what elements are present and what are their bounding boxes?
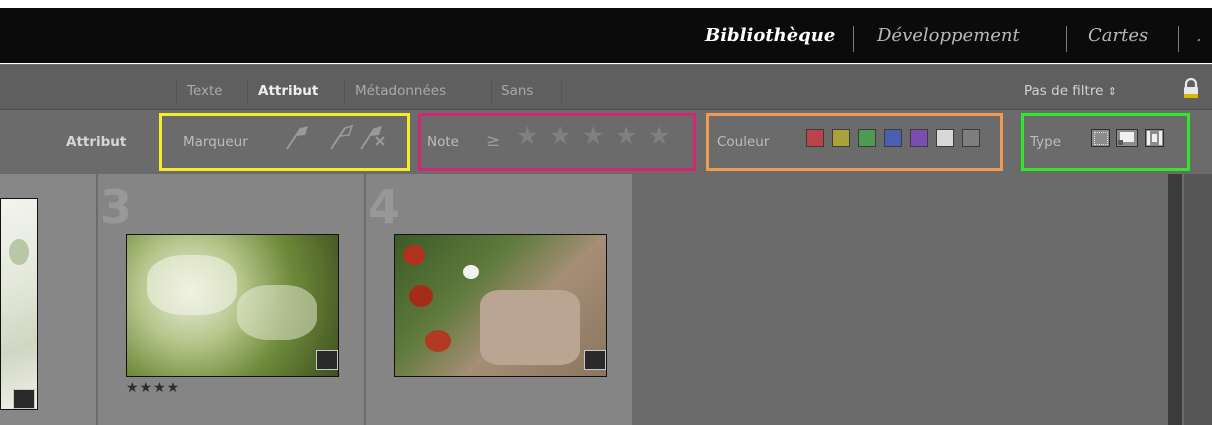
grid-cell[interactable]: 4 bbox=[366, 174, 632, 425]
rating-highlight-box bbox=[418, 113, 696, 171]
tab-separator bbox=[344, 81, 345, 103]
module-separator bbox=[1066, 26, 1067, 52]
tab-text[interactable]: Texte bbox=[187, 83, 223, 99]
grid-cell[interactable] bbox=[0, 174, 96, 425]
tag-badge-icon[interactable] bbox=[13, 389, 35, 409]
flag-highlight-box bbox=[159, 113, 410, 171]
grid-cell[interactable]: 3 ★★★★ bbox=[98, 174, 364, 425]
grid-scrollbar-track[interactable] bbox=[1168, 174, 1182, 425]
module-more-indicator: . bbox=[1196, 25, 1202, 46]
module-separator bbox=[853, 26, 854, 52]
photo-thumbnail[interactable] bbox=[394, 234, 607, 377]
cell-index: 3 bbox=[100, 180, 133, 234]
attribute-bar-title: Attribut bbox=[66, 134, 127, 150]
cell-index: 4 bbox=[368, 180, 401, 234]
cell-rating-stars: ★★★★ bbox=[126, 380, 181, 396]
padlock-icon[interactable] bbox=[1182, 78, 1200, 100]
photo-thumbnail[interactable] bbox=[126, 234, 339, 377]
photo-thumbnail[interactable] bbox=[0, 198, 38, 410]
tab-separator bbox=[561, 81, 562, 103]
module-picker-bar: Bibliothèque Développement Cartes . bbox=[0, 8, 1212, 63]
module-library[interactable]: Bibliothèque bbox=[705, 25, 835, 46]
tab-metadata[interactable]: Métadonnées bbox=[355, 83, 446, 99]
filter-preset-dropdown[interactable]: Pas de filtre ⇕ bbox=[1024, 83, 1117, 99]
tab-separator bbox=[491, 81, 492, 103]
tab-none[interactable]: Sans bbox=[501, 83, 533, 99]
kind-highlight-box bbox=[1021, 113, 1190, 171]
tab-attribute[interactable]: Attribut bbox=[258, 83, 318, 99]
chevron-updown-icon: ⇕ bbox=[1107, 85, 1117, 98]
module-maps[interactable]: Cartes bbox=[1088, 25, 1148, 46]
tab-separator bbox=[176, 81, 177, 103]
module-separator bbox=[1178, 26, 1179, 52]
module-develop[interactable]: Développement bbox=[877, 25, 1020, 46]
library-filter-bar: Texte Attribut Métadonnées Sans Pas de f… bbox=[0, 64, 1212, 110]
tab-separator bbox=[247, 81, 248, 103]
tag-badge-icon[interactable] bbox=[316, 350, 338, 370]
right-panel-edge bbox=[1184, 174, 1212, 425]
tag-badge-icon[interactable] bbox=[584, 350, 606, 370]
color-highlight-box bbox=[706, 113, 1003, 171]
filter-preset-label: Pas de filtre bbox=[1024, 83, 1104, 99]
